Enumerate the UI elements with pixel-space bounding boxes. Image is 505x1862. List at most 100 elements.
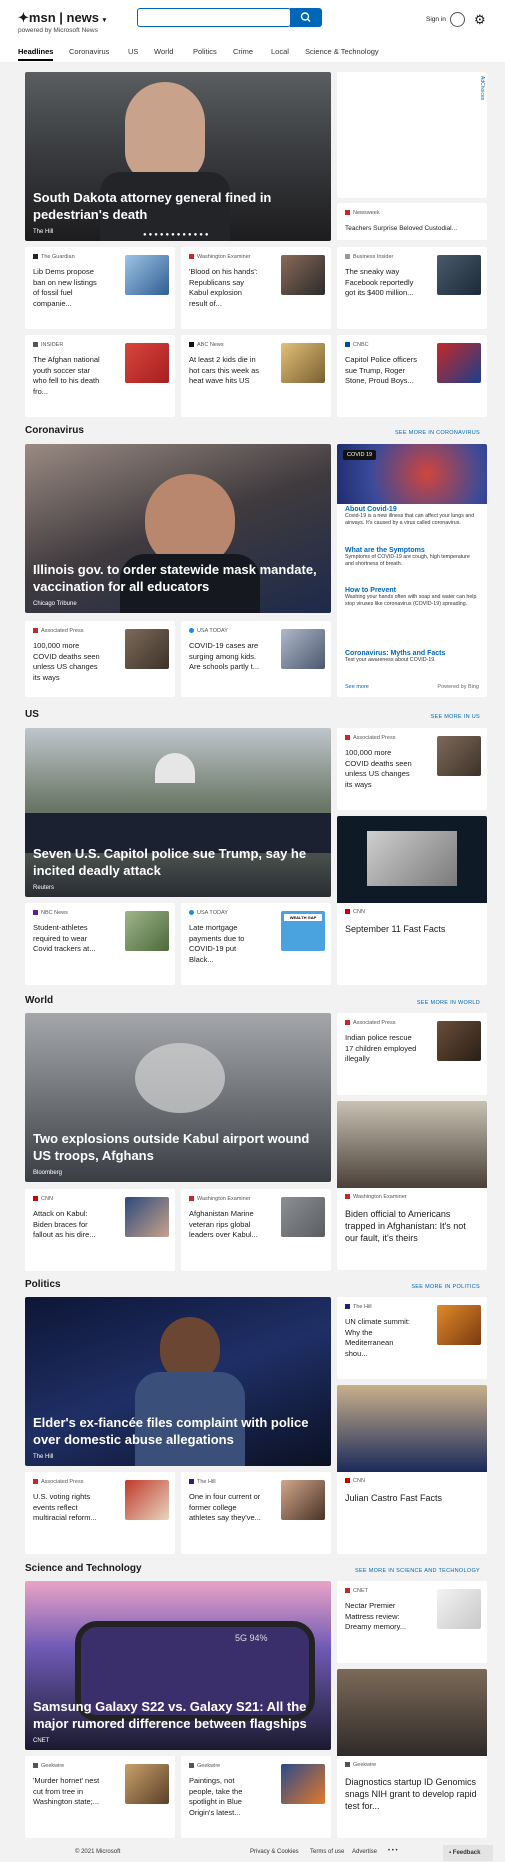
ad-slot[interactable]: AdChoices: [337, 72, 487, 198]
feedback-button[interactable]: ▪ Feedback: [443, 1845, 493, 1861]
hero-source: Reuters: [33, 885, 55, 891]
see-more-science[interactable]: SEE MORE IN SCIENCE AND TECHNOLOGY: [355, 1568, 480, 1574]
ad-choices-label[interactable]: AdChoices: [479, 76, 485, 100]
avatar[interactable]: [450, 12, 465, 27]
covid-item[interactable]: How to Prevent Washing your hands often …: [345, 587, 479, 608]
footer-link-advertise[interactable]: Advertise: [352, 1849, 377, 1855]
story-card[interactable]: USA TODAY Late mortgage payments due to …: [181, 903, 331, 985]
story-thumbnail: [125, 1197, 169, 1237]
tab-coronavirus[interactable]: Coronavirus: [69, 47, 109, 56]
story-thumbnail: [437, 736, 481, 776]
story-card[interactable]: Washington Examiner Afghanistan Marine v…: [181, 1189, 331, 1271]
story-card[interactable]: The Hill One in four current or former c…: [181, 1472, 331, 1554]
tab-local[interactable]: Local: [271, 47, 289, 56]
phone-status: 5G 94%: [235, 1633, 268, 1643]
hero-source: The Hill: [33, 1454, 54, 1460]
side-story[interactable]: Newsweek Teachers Surprise Beloved Custo…: [337, 203, 487, 240]
section-title-politics: Politics: [25, 1279, 61, 1290]
see-more-us[interactable]: SEE MORE IN US: [431, 714, 480, 720]
copyright: © 2021 Microsoft: [75, 1849, 121, 1855]
story-thumbnail: [281, 1197, 325, 1237]
more-icon[interactable]: • • •: [388, 1848, 398, 1854]
category-nav: Headlines Coronavirus US World Politics …: [0, 44, 505, 62]
story-thumbnail: [125, 1480, 169, 1520]
hero-story[interactable]: Illinois gov. to order statewide mask ma…: [25, 444, 331, 613]
story-thumbnail: [125, 343, 169, 383]
story-thumbnail: WEALTH GAP: [281, 911, 325, 951]
hero-story[interactable]: Two explosions outside Kabul airport wou…: [25, 1013, 331, 1182]
story-thumbnail: [437, 343, 481, 383]
see-more-coronavirus[interactable]: SEE MORE IN CORONAVIRUS: [395, 430, 480, 436]
story-card[interactable]: NBC News Student-athletes required to we…: [25, 903, 175, 985]
story-card[interactable]: CNBC Capitol Police officers sue Trump, …: [337, 335, 487, 417]
hero-story[interactable]: Elder's ex-fiancée files complaint with …: [25, 1297, 331, 1466]
story-thumbnail: [125, 629, 169, 669]
see-more-politics[interactable]: SEE MORE IN POLITICS: [411, 1284, 480, 1290]
story-card[interactable]: Washington Examiner 'Blood on his hands'…: [181, 247, 331, 329]
story-card[interactable]: CNN Attack on Kabul: Biden braces for fa…: [25, 1189, 175, 1271]
story-card[interactable]: Geekwire Diagnostics startup ID Genomics…: [337, 1669, 487, 1838]
covid-badge: COVID 19: [343, 450, 377, 460]
covid-see-more[interactable]: See more: [345, 684, 369, 690]
covid-info-panel: COVID 19 About Covid-19 Covid-19 is a ne…: [337, 444, 487, 697]
hero-title: Two explosions outside Kabul airport wou…: [33, 1131, 310, 1163]
signin-link[interactable]: Sign in: [426, 16, 446, 23]
story-card[interactable]: Washington Examiner Biden official to Am…: [337, 1101, 487, 1270]
story-card[interactable]: Business Insider The sneaky way Facebook…: [337, 247, 487, 329]
hero-story[interactable]: Seven U.S. Capitol police sue Trump, say…: [25, 728, 331, 897]
story-card[interactable]: Geekwire 'Murder hornet' nest cut from t…: [25, 1756, 175, 1838]
story-title: Teachers Surprise Beloved Custodial...: [345, 225, 458, 232]
tagline: powered by Microsoft News: [18, 27, 98, 34]
tab-headlines[interactable]: Headlines: [18, 47, 54, 61]
story-card[interactable]: Associated Press 100,000 more COVID deat…: [25, 621, 175, 697]
carousel-dots[interactable]: ●●●●●●●●●●●●: [143, 232, 211, 238]
story-thumbnail: [281, 255, 325, 295]
tab-world[interactable]: World: [154, 47, 173, 56]
story-card[interactable]: CNN Julian Castro Fast Facts: [337, 1385, 487, 1554]
story-card[interactable]: CNET Nectar Premier Mattress review: Dre…: [337, 1581, 487, 1663]
hero-title: Illinois gov. to order statewide mask ma…: [33, 562, 317, 594]
tab-crime[interactable]: Crime: [233, 47, 253, 56]
section-title-us: US: [25, 709, 39, 720]
hero-story[interactable]: 5G 94% Samsung Galaxy S22 vs. Galaxy S21…: [25, 1581, 331, 1750]
story-thumbnail: [281, 629, 325, 669]
footer-link-terms[interactable]: Terms of use: [310, 1849, 344, 1855]
hero-source: Bloomberg: [33, 1170, 63, 1176]
story-card[interactable]: The Guardian Lib Dems propose ban on new…: [25, 247, 175, 329]
tab-science-technology[interactable]: Science & Technology: [305, 47, 379, 56]
covid-item[interactable]: About Covid-19 Covid-19 is a new illness…: [345, 506, 479, 527]
tab-us[interactable]: US: [128, 47, 138, 56]
story-image: [337, 816, 487, 903]
covid-item[interactable]: Coronavirus: Myths and Facts Test your a…: [345, 650, 479, 664]
covid-item[interactable]: What are the Symptoms Symptoms of COVID-…: [345, 547, 479, 568]
story-thumbnail: [281, 1764, 325, 1804]
footer-link-privacy[interactable]: Privacy & Cookies: [250, 1849, 299, 1855]
hero-source: Chicago Tribune: [33, 601, 77, 607]
story-card[interactable]: The Hill UN climate summit: Why the Medi…: [337, 1297, 487, 1379]
story-thumbnail: [437, 1589, 481, 1629]
story-card[interactable]: Associated Press 100,000 more COVID deat…: [337, 728, 487, 810]
story-thumbnail: [437, 1021, 481, 1061]
see-more-world[interactable]: SEE MORE IN WORLD: [417, 1000, 480, 1006]
section-title-coronavirus: Coronavirus: [25, 425, 84, 436]
hero-title: South Dakota attorney general fined in p…: [33, 190, 272, 222]
story-thumbnail: [125, 911, 169, 951]
story-card[interactable]: Associated Press U.S. voting rights even…: [25, 1472, 175, 1554]
story-card[interactable]: ABC News At least 2 kids die in hot cars…: [181, 335, 331, 417]
story-image: [337, 1385, 487, 1472]
story-card[interactable]: USA TODAY COVID-19 cases are surging amo…: [181, 621, 331, 697]
story-thumbnail: [437, 1305, 481, 1345]
msn-logo[interactable]: ✦msn | news ▾: [18, 10, 106, 26]
story-card[interactable]: Associated Press Indian police rescue 17…: [337, 1013, 487, 1095]
chevron-down-icon: ▾: [102, 17, 107, 24]
tab-politics[interactable]: Politics: [193, 47, 217, 56]
powered-by-bing: Powered by Bing: [437, 684, 479, 690]
story-card[interactable]: CNN September 11 Fast Facts: [337, 816, 487, 985]
gear-icon[interactable]: ⚙: [474, 12, 486, 28]
search-button[interactable]: [290, 8, 322, 27]
story-card[interactable]: INSIDER The Afghan national youth soccer…: [25, 335, 175, 417]
hero-story[interactable]: South Dakota attorney general fined in p…: [25, 72, 331, 241]
story-card[interactable]: Geekwire Paintings, not people, take the…: [181, 1756, 331, 1838]
story-thumbnail: [281, 1480, 325, 1520]
search-input[interactable]: [137, 8, 291, 27]
